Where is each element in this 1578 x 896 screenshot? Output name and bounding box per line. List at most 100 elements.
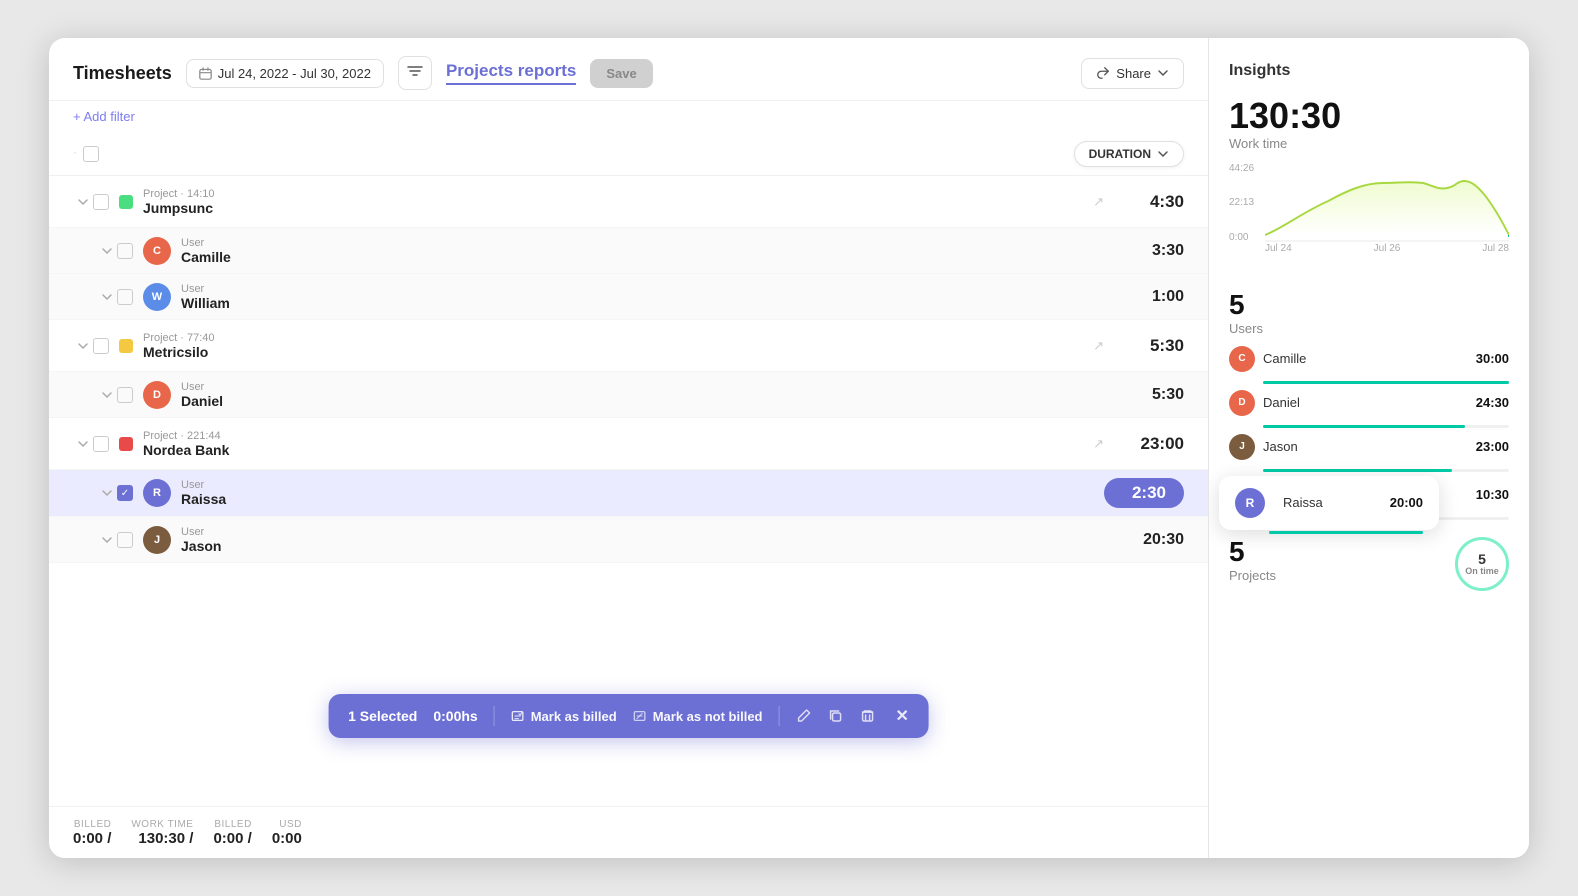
project-color-nordea <box>119 437 133 451</box>
project-info-metricsilo: Project · 77:40 Metricsilo <box>143 332 1085 360</box>
mark-billed-icon <box>511 709 525 723</box>
external-link-icon-nordea[interactable]: ↗ <box>1093 436 1104 452</box>
users-label: Users <box>1229 321 1509 336</box>
chart-area: 44:26 22:13 0:00 <box>1229 163 1509 273</box>
insights-work-time: 130:30 <box>1229 96 1509 136</box>
user-stat-daniel: D Daniel 24:30 <box>1229 390 1509 424</box>
select-all-checkbox[interactable] <box>83 146 99 162</box>
checkbox-camille[interactable] <box>117 243 133 259</box>
expand-william[interactable] <box>97 290 117 304</box>
project-checkbox-nordea[interactable] <box>93 436 109 452</box>
filter-button[interactable] <box>398 56 432 90</box>
project-name-nordea: Nordea Bank <box>143 442 1085 458</box>
stat-avatar-daniel: D <box>1229 390 1255 416</box>
duration-col: DURATION <box>1074 141 1184 167</box>
expand-icon[interactable] <box>73 195 93 209</box>
main-panel: Timesheets Jul 24, 2022 - Jul 30, 2022 P… <box>49 38 1209 858</box>
stat-avatar-jason: J <box>1229 434 1255 460</box>
share-button[interactable]: Share <box>1081 58 1184 89</box>
project-color-jumpsync <box>119 195 133 209</box>
stat-time-jason: 23:00 <box>1461 439 1509 454</box>
filter-icon <box>407 66 423 80</box>
project-row-jumpsync: Project · 14:10 Jumpsunc ↗ 4:30 <box>49 176 1208 228</box>
user-info-william: User William <box>181 283 1152 311</box>
mark-not-billed-button[interactable]: Mark as not billed <box>633 709 763 724</box>
checkbox-raissa[interactable] <box>117 485 133 501</box>
action-bar: 1 Selected 0:00hs Mark as billed <box>328 694 929 738</box>
ontime-count: 5 <box>1478 552 1486 566</box>
users-count: 5 <box>1229 289 1509 321</box>
project-label-nordea: Project · 221:44 <box>143 430 1085 442</box>
page-title: Timesheets <box>73 63 172 84</box>
table-header: DURATION <box>49 132 1208 176</box>
user-label-william: User <box>181 283 1152 295</box>
sort-icon <box>1157 148 1169 160</box>
reports-label: Projects reports <box>446 61 576 85</box>
duplicate-button[interactable] <box>828 708 844 724</box>
expand-nordea[interactable] <box>73 437 93 451</box>
edit-button[interactable] <box>796 708 812 724</box>
checkbox-jason[interactable] <box>117 532 133 548</box>
expand-raissa[interactable] <box>97 486 117 500</box>
date-range-label: Jul 24, 2022 - Jul 30, 2022 <box>218 66 371 81</box>
user-info-raissa: User Raissa <box>181 479 1104 507</box>
user-duration-daniel: 5:30 <box>1152 386 1184 404</box>
user-stat-jason: J Jason 23:00 <box>1229 434 1509 468</box>
tooltip-avatar-raissa: R <box>1235 488 1265 518</box>
delete-icon <box>860 708 876 724</box>
expand-metricsilo[interactable] <box>73 339 93 353</box>
stat-time-william: 10:30 <box>1461 487 1509 502</box>
header-checkbox-col <box>73 146 109 162</box>
usd-value: 0:00 <box>272 830 302 847</box>
collapse-icon[interactable] <box>73 147 77 161</box>
stat-name-daniel: Daniel <box>1263 395 1461 410</box>
stat-time-camille: 30:00 <box>1461 351 1509 366</box>
checkbox-daniel[interactable] <box>117 387 133 403</box>
chart-x-labels: Jul 24 Jul 26 Jul 28 <box>1265 243 1509 254</box>
expand-camille[interactable] <box>97 244 117 258</box>
tooltip-bar-raissa <box>1269 531 1423 534</box>
raissa-tooltip: R Raissa 20:00 <box>1219 476 1439 530</box>
stat-time-daniel: 24:30 <box>1461 395 1509 410</box>
projects-count: 5 <box>1229 536 1276 568</box>
save-button[interactable]: Save <box>590 59 652 88</box>
duplicate-icon <box>828 708 844 724</box>
user-row-camille: C User Camille 3:30 <box>49 228 1208 274</box>
external-link-icon[interactable]: ↗ <box>1093 194 1104 210</box>
close-action-bar-button[interactable]: ✕ <box>896 706 909 726</box>
checkbox-william[interactable] <box>117 289 133 305</box>
add-filter-button[interactable]: + Add filter <box>49 101 1208 132</box>
mark-billed-label: Mark as billed <box>531 709 617 724</box>
users-section: 5 Users C Camille 30:00 D Daniel 24:30 <box>1229 289 1509 516</box>
delete-button[interactable] <box>860 708 876 724</box>
billed-stat2: BILLED 0:00 / <box>213 819 251 847</box>
date-range-button[interactable]: Jul 24, 2022 - Jul 30, 2022 <box>186 59 384 88</box>
mark-billed-button[interactable]: Mark as billed <box>511 709 617 724</box>
bar-container-camille <box>1263 381 1509 384</box>
user-name-camille: Camille <box>181 249 1152 265</box>
project-checkbox-metricsilo[interactable] <box>93 338 109 354</box>
expand-jason[interactable] <box>97 533 117 547</box>
summary-stats: BILLED 0:00 / WORK TIME 130:30 / BILLED … <box>73 819 1184 847</box>
work-time-stat: WORK TIME 130:30 / <box>131 819 193 847</box>
selected-time-label: 0:00hs <box>433 708 477 724</box>
avatar-camille: C <box>143 237 171 265</box>
project-checkbox-jumpsync[interactable] <box>93 194 109 210</box>
project-row-nordea: Project · 221:44 Nordea Bank ↗ 23:00 <box>49 418 1208 470</box>
user-row-raissa: R User Raissa 2:30 <box>49 470 1208 517</box>
duration-sort-button[interactable]: DURATION <box>1074 141 1184 167</box>
expand-daniel[interactable] <box>97 388 117 402</box>
bar-jason <box>1263 469 1452 472</box>
avatar-daniel: D <box>143 381 171 409</box>
billed-stat: BILLED 0:00 / <box>73 819 111 847</box>
project-row-metricsilo: Project · 77:40 Metricsilo ↗ 5:30 <box>49 320 1208 372</box>
user-label-raissa: User <box>181 479 1104 491</box>
project-duration-nordea: 23:00 <box>1104 434 1184 454</box>
projects-section: 5 Projects 5 On time <box>1229 536 1509 593</box>
mark-not-billed-icon <box>633 709 647 723</box>
user-row-william: W User William 1:00 <box>49 274 1208 320</box>
user-name-raissa: Raissa <box>181 491 1104 507</box>
user-info-camille: User Camille <box>181 237 1152 265</box>
selected-count-label: 1 Selected <box>348 708 417 724</box>
external-link-icon-metricsilo[interactable]: ↗ <box>1093 338 1104 354</box>
